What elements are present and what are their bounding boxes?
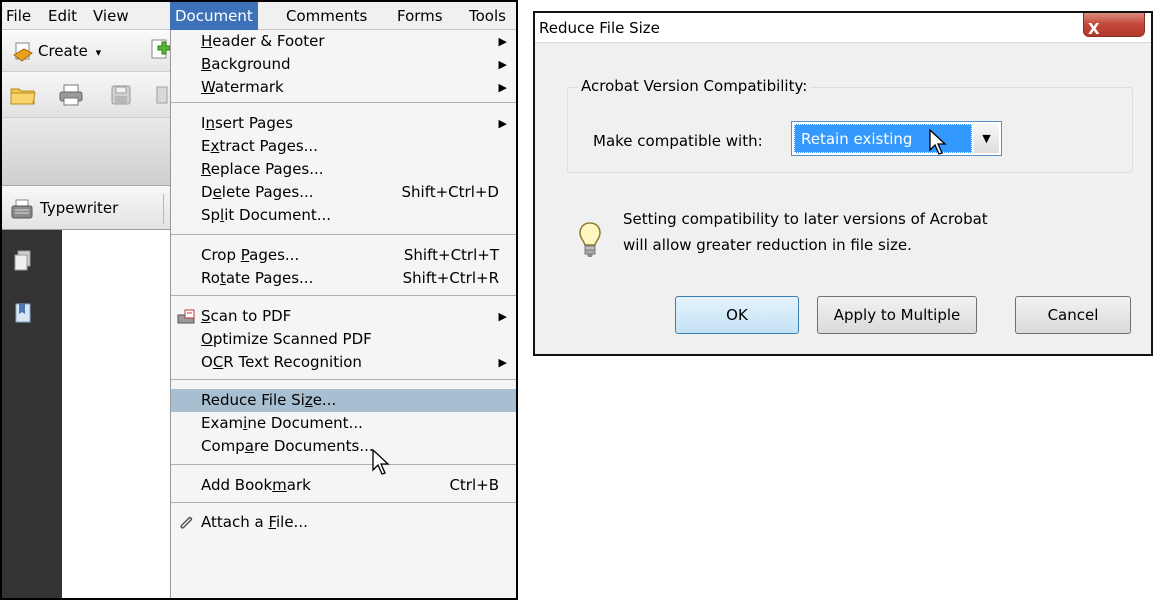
menu-item-label: Watermark <box>201 78 284 96</box>
acrobat-window: File Edit View Document Comments Forms T… <box>0 0 518 600</box>
pages-panel-icon[interactable] <box>14 250 32 272</box>
menu-item-shortcut: Ctrl+B <box>449 476 499 494</box>
document-menu: Header & Footer ▶ Background ▶ Watermark ▶ Ins… <box>170 30 516 598</box>
dialog-title: Reduce File Size <box>539 19 660 37</box>
menu-item-shortcut: Shift+Ctrl+R <box>402 269 499 287</box>
compatibility-group: Acrobat Version Compatibility: Make comp… <box>567 77 1133 173</box>
group-label: Acrobat Version Compatibility: <box>578 77 811 95</box>
create-pdf-icon <box>13 42 33 62</box>
menu-item-label: Background <box>201 55 291 73</box>
menu-item-label: Optimize Scanned PDF <box>201 330 372 348</box>
menu-item-label: Replace Pages... <box>201 160 324 178</box>
menu-item-label: OCR Text Recognition <box>201 353 362 371</box>
menu-item-reduce-file-size[interactable]: Reduce File Size... <box>171 389 516 412</box>
menu-item-label: Scan to PDF <box>201 307 292 325</box>
menu-document[interactable]: Document <box>170 2 258 30</box>
typewriter-button[interactable]: Typewriter <box>10 195 118 223</box>
close-icon: X <box>1088 20 1100 38</box>
menu-item-insert-pages[interactable]: Insert Pages ▶ <box>171 112 516 135</box>
menu-separator <box>171 379 516 380</box>
print-icon[interactable] <box>58 83 84 107</box>
menu-item-replace-pages[interactable]: Replace Pages... <box>171 158 516 181</box>
menu-item-label: Reduce File Size... <box>201 391 337 409</box>
mouse-cursor-icon <box>929 128 947 155</box>
submenu-arrow-icon: ▶ <box>498 117 507 130</box>
menu-edit[interactable]: Edit <box>47 2 77 30</box>
menu-item-split-document[interactable]: Split Document... <box>171 204 516 227</box>
menu-comments[interactable]: Comments <box>285 2 367 30</box>
menu-item-label: Header & Footer <box>201 32 325 50</box>
submenu-arrow-icon: ▶ <box>498 58 507 71</box>
cancel-button[interactable]: Cancel <box>1015 296 1131 334</box>
info-text-line2: will allow greater reduction in file siz… <box>623 236 912 254</box>
dropdown-arrow-icon[interactable]: ▼ <box>974 124 999 153</box>
menu-item-header-footer[interactable]: Header & Footer ▶ <box>171 30 516 53</box>
menu-item-label: Delete Pages... <box>201 183 314 201</box>
scanner-icon <box>177 309 195 324</box>
create-label: Create <box>38 42 88 60</box>
menu-file[interactable]: File <box>5 2 31 30</box>
menu-item-label: Add Bookmark <box>201 476 311 494</box>
submenu-arrow-icon: ▶ <box>498 356 507 369</box>
menu-item-label: Extract Pages... <box>201 137 318 155</box>
menu-item-attach-file[interactable]: Attach a File... <box>171 511 516 534</box>
typewriter-label: Typewriter <box>40 199 119 217</box>
menu-item-rotate-pages[interactable]: Rotate Pages... Shift+Ctrl+R <box>171 267 516 290</box>
menu-item-delete-pages[interactable]: Delete Pages... Shift+Ctrl+D <box>171 181 516 204</box>
menu-separator <box>171 234 516 235</box>
menu-item-compare-documents[interactable]: Compare Documents... <box>171 435 516 458</box>
submenu-arrow-icon: ▶ <box>498 310 507 323</box>
submenu-arrow-icon: ▶ <box>498 35 507 48</box>
menu-item-crop-pages[interactable]: Crop Pages... Shift+Ctrl+T <box>171 244 516 267</box>
menu-item-ocr-text-recognition[interactable]: OCR Text Recognition ▶ <box>171 351 516 374</box>
menu-item-label: Rotate Pages... <box>201 269 314 287</box>
menu-item-background[interactable]: Background ▶ <box>171 53 516 76</box>
menu-separator <box>171 464 516 465</box>
typewriter-icon <box>11 199 33 218</box>
compat-label: Make compatible with: <box>593 132 763 150</box>
menu-item-label: Insert Pages <box>201 114 293 132</box>
menu-item-optimize-scanned-pdf[interactable]: Optimize Scanned PDF <box>171 328 516 351</box>
menu-item-label: Compare Documents... <box>201 437 374 455</box>
menu-item-examine-document[interactable]: Examine Document... <box>171 412 516 435</box>
dialog-title-bar: Reduce File Size X <box>535 13 1151 43</box>
info-text-line1: Setting compatibility to later versions … <box>623 210 988 228</box>
combine-icon[interactable] <box>150 38 170 62</box>
menu-item-label: Crop Pages... <box>201 246 300 264</box>
menu-item-extract-pages[interactable]: Extract Pages... <box>171 135 516 158</box>
toolbar-divider <box>163 194 164 224</box>
reduce-file-size-dialog: Reduce File Size X Acrobat Version Compa… <box>533 11 1153 356</box>
compatibility-dropdown[interactable]: Retain existing ▼ <box>791 121 1002 156</box>
paperclip-icon <box>180 516 193 529</box>
menu-item-label: Attach a File... <box>201 513 308 531</box>
toolbar-overflow-icon[interactable] <box>156 86 168 104</box>
dialog-body: Acrobat Version Compatibility: Make comp… <box>535 44 1151 354</box>
menu-tools[interactable]: Tools <box>468 2 506 30</box>
menu-forms[interactable]: Forms <box>396 2 443 30</box>
menu-item-label: Split Document... <box>201 206 332 224</box>
menu-separator <box>171 102 516 103</box>
menu-item-shortcut: Shift+Ctrl+T <box>403 246 499 264</box>
menu-item-scan-to-pdf[interactable]: Scan to PDF ▶ <box>171 305 516 328</box>
save-icon[interactable] <box>110 84 132 106</box>
create-dropdown-icon: ▾ <box>95 46 102 59</box>
menu-item-watermark[interactable]: Watermark ▶ <box>171 76 516 99</box>
navigation-pane <box>2 230 62 598</box>
menu-separator <box>171 502 516 503</box>
submenu-arrow-icon: ▶ <box>498 81 507 94</box>
menu-view[interactable]: View <box>92 2 129 30</box>
menu-separator <box>171 295 516 296</box>
bookmarks-panel-icon[interactable] <box>14 302 32 324</box>
apply-to-multiple-button[interactable]: Apply to Multiple <box>817 296 977 334</box>
create-button[interactable]: Create ▾ <box>12 39 101 65</box>
menu-item-shortcut: Shift+Ctrl+D <box>401 183 499 201</box>
menu-item-label: Examine Document... <box>201 414 363 432</box>
menu-bar: File Edit View Document Comments Forms T… <box>2 2 516 30</box>
ok-button[interactable]: OK <box>675 296 799 334</box>
close-button[interactable]: X <box>1083 13 1145 38</box>
open-folder-icon[interactable] <box>10 84 36 106</box>
lightbulb-icon <box>579 222 601 257</box>
menu-item-add-bookmark[interactable]: Add Bookmark Ctrl+B <box>171 474 516 497</box>
mouse-cursor-icon <box>372 448 390 475</box>
